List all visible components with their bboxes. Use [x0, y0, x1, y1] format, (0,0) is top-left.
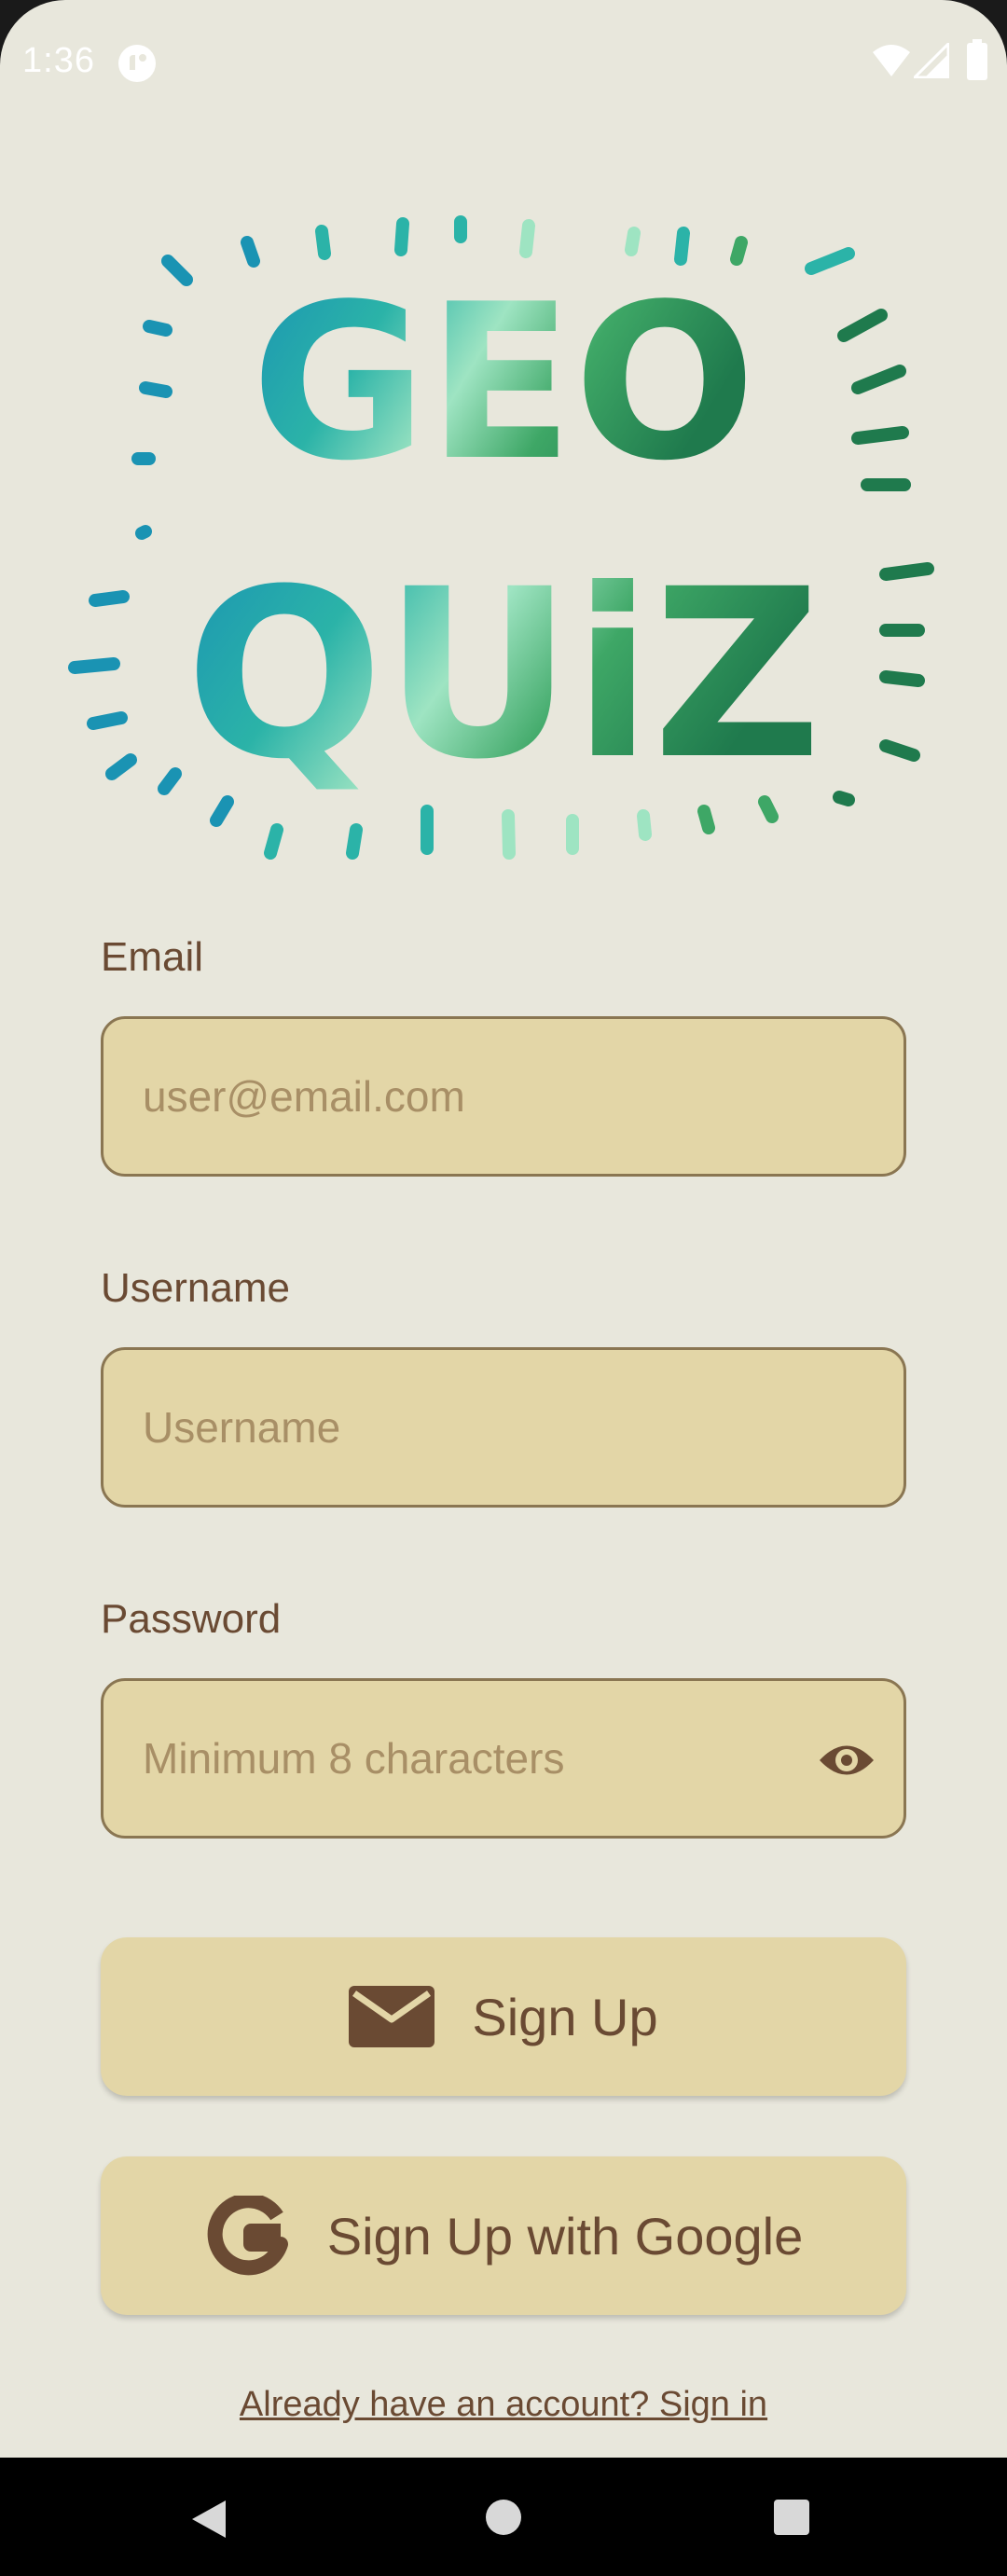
email-input[interactable] [143, 1019, 833, 1174]
google-g-icon [207, 2196, 288, 2276]
home-icon[interactable] [485, 2499, 522, 2536]
password-label: Password [101, 1596, 282, 1642]
back-icon[interactable] [190, 2499, 228, 2540]
sign-up-label: Sign Up [472, 1987, 658, 2046]
status-time: 1:36 [22, 41, 95, 80]
battery-icon [967, 39, 987, 80]
eye-icon[interactable] [818, 1737, 876, 1784]
sign-up-google-label: Sign Up with Google [326, 2206, 804, 2266]
signal-icon [914, 43, 949, 78]
sign-up-button[interactable]: Sign Up [101, 1937, 906, 2096]
sign-up-google-button[interactable]: Sign Up with Google [101, 2156, 906, 2315]
signup-screen: 1:36 GEO QUiZ Email user@email.com Usern… [0, 0, 1007, 2576]
logo-line-1: GEO [251, 259, 755, 508]
envelope-icon [349, 1986, 435, 2047]
status-bar: 1:36 [0, 0, 1007, 121]
username-label: Username [101, 1265, 290, 1311]
email-field[interactable] [101, 1016, 906, 1177]
username-field[interactable] [101, 1347, 906, 1508]
logo-line-2: QUiZ [186, 539, 822, 810]
username-input[interactable] [143, 1350, 833, 1505]
geo-quiz-logo: GEO QUiZ [68, 215, 934, 860]
wifi-icon [873, 45, 910, 76]
recents-icon[interactable] [774, 2500, 809, 2535]
email-label: Email [101, 934, 204, 980]
sign-in-link[interactable]: Already have an account? Sign in [0, 2385, 1007, 2425]
password-field[interactable] [101, 1678, 906, 1839]
app-notification-icon [118, 45, 156, 82]
password-input[interactable] [143, 1681, 833, 1836]
navigation-bar [0, 2458, 1007, 2576]
